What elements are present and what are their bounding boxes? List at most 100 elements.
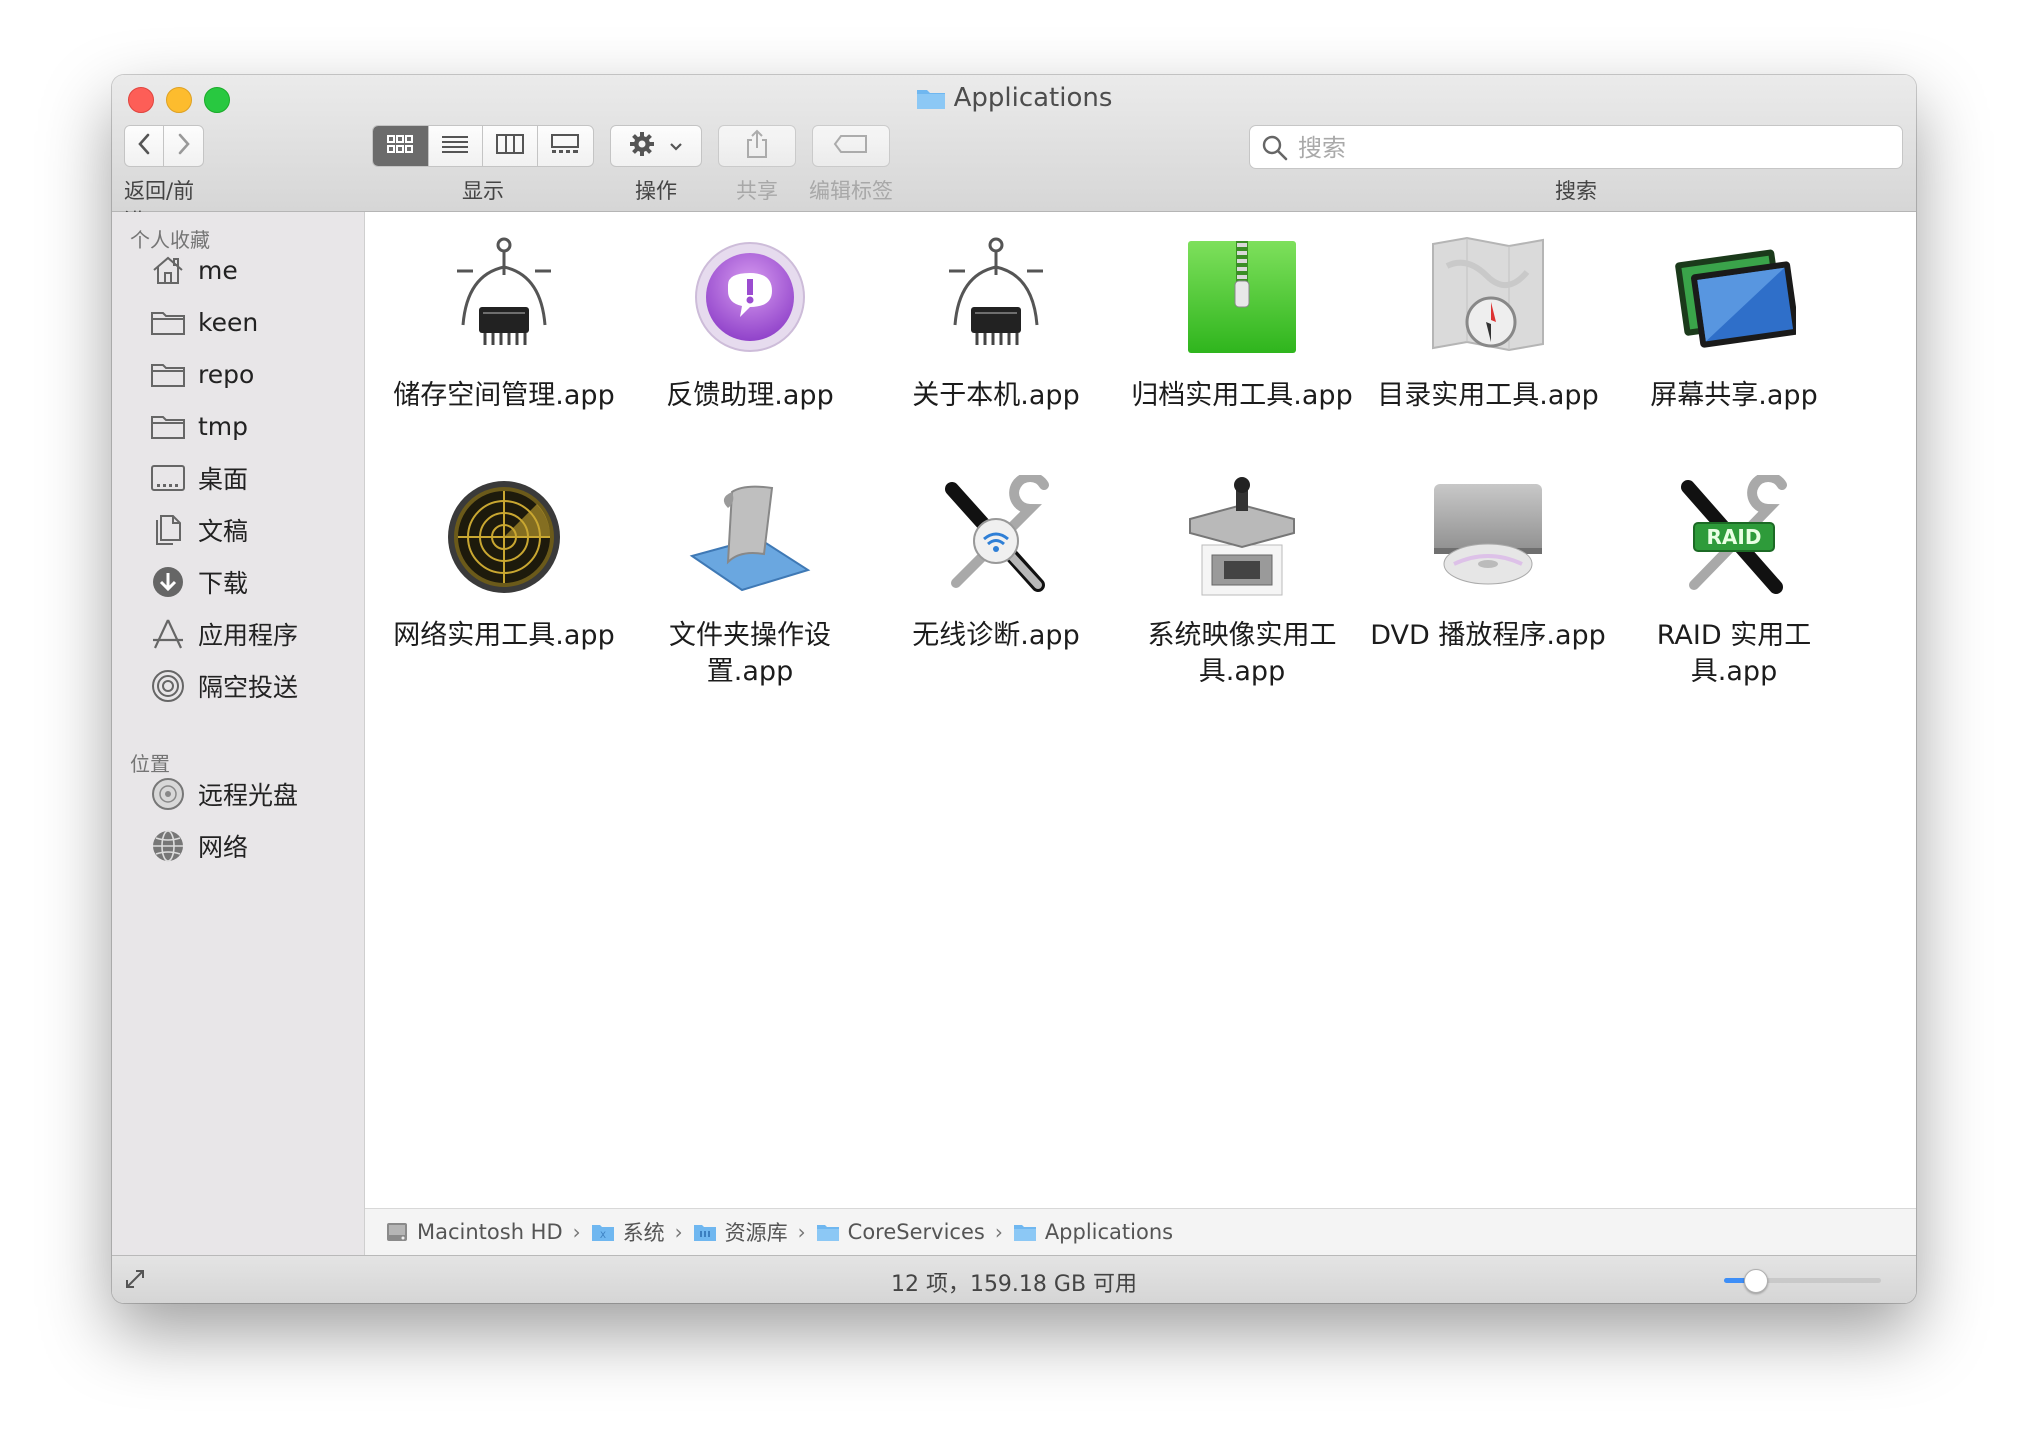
sidebar-item-label: repo (198, 359, 255, 389)
gallery-view-button[interactable] (538, 126, 593, 166)
path-item-system[interactable]: X 系统 › (591, 1217, 693, 1247)
directory-map-icon (1423, 232, 1553, 362)
folder-icon (148, 302, 188, 342)
window-title: Applications (112, 83, 1916, 117)
hard-drive-icon (385, 1220, 409, 1244)
path-item-label: 资源库 (724, 1221, 788, 1245)
icon-size-slider[interactable] (1724, 1269, 1881, 1293)
file-name: RAID 实用工具.app (1656, 620, 1812, 687)
file-item-raid-utility[interactable]: RAID RAID 实用工具.app (1609, 472, 1859, 690)
path-item-label: Macintosh HD (417, 1220, 563, 1244)
zip-archive-icon (1177, 232, 1307, 362)
list-view-button[interactable] (429, 126, 483, 166)
status-text: 12 项，159.18 GB 可用 (890, 1272, 1138, 1297)
sidebar-item-network[interactable]: 网络 (148, 824, 358, 868)
chevron-right-icon: › (994, 1220, 1003, 1244)
calipers-icon (931, 232, 1061, 362)
feedback-icon (685, 232, 815, 362)
folder-icon (1013, 1222, 1037, 1242)
share-icon (745, 129, 769, 163)
path-item-coreservices[interactable]: CoreServices › (816, 1220, 1013, 1244)
path-item-label: 系统 (622, 1221, 665, 1245)
file-item-network-utility[interactable]: 网络实用工具.app (379, 472, 629, 654)
file-name: 反馈助理.app (666, 380, 834, 411)
action-menu-button[interactable] (610, 125, 702, 167)
folder-icon (916, 86, 946, 117)
chevron-down-icon (669, 137, 683, 156)
library-folder-icon (693, 1222, 717, 1242)
toolbar: Applications 返回/前进 (112, 75, 1916, 233)
window-title-text: Applications (953, 83, 1113, 113)
sidebar-item-downloads[interactable]: 下载 (148, 560, 358, 604)
back-button[interactable] (125, 126, 165, 166)
file-item-dvd-player[interactable]: DVD 播放程序.app (1363, 472, 1613, 654)
path-item-macintosh-hd[interactable]: Macintosh HD › (385, 1220, 591, 1244)
path-item-library[interactable]: 资源库 › (693, 1217, 816, 1247)
path-item-applications[interactable]: Applications (1013, 1220, 1173, 1244)
forward-button[interactable] (164, 126, 203, 166)
search-field[interactable] (1249, 125, 1903, 170)
status-bar: 12 项，159.18 GB 可用 (112, 1255, 1916, 1303)
sidebar-item-documents[interactable]: 文稿 (148, 508, 358, 552)
script-icon (685, 472, 815, 602)
view-label: 显示 (462, 179, 504, 203)
chevron-right-icon (177, 133, 191, 159)
applications-icon (148, 614, 188, 654)
file-item-screen-sharing[interactable]: 屏幕共享.app (1609, 232, 1859, 414)
path-bar: Macintosh HD › X 系统 › 资源库 › CoreServices › A… (365, 1208, 1916, 1255)
wireless-diagnostics-icon (931, 472, 1061, 602)
file-name: 关于本机.app (912, 380, 1080, 411)
file-grid: 储存空间管理.app 反馈助理.app 关于本机.app 归档实用工具.app (365, 212, 1916, 1208)
sidebar-item-label: 远程光盘 (198, 781, 299, 810)
folder-icon (148, 354, 188, 394)
columns-icon (495, 134, 524, 158)
file-name: 目录实用工具.app (1377, 380, 1599, 411)
file-item-system-image-utility[interactable]: 系统映像实用工具.app (1117, 472, 1367, 690)
sidebar-item-label: tmp (198, 411, 249, 441)
sidebar-item-keen[interactable]: keen (148, 300, 358, 344)
sidebar-item-airdrop[interactable]: 隔空投送 (148, 664, 358, 708)
path-item-label: CoreServices (847, 1220, 985, 1244)
gear-icon (629, 131, 655, 161)
folder-icon (816, 1222, 840, 1242)
file-name: 网络实用工具.app (393, 620, 615, 651)
file-name: 归档实用工具.app (1131, 380, 1353, 411)
gallery-icon (551, 134, 580, 158)
screen-sharing-icon (1669, 232, 1799, 362)
file-item-storage-management[interactable]: 储存空间管理.app (379, 232, 629, 414)
chevron-left-icon (137, 133, 151, 159)
file-item-about-this-mac[interactable]: 关于本机.app (871, 232, 1121, 414)
column-view-button[interactable] (483, 126, 538, 166)
raid-utility-icon: RAID (1669, 472, 1799, 602)
sidebar-item-desktop[interactable]: 桌面 (148, 456, 358, 500)
sidebar-item-remote-disc[interactable]: 远程光盘 (148, 772, 358, 816)
dvd-player-icon (1423, 472, 1553, 602)
icon-view-button[interactable] (373, 126, 429, 166)
search-input[interactable] (1296, 126, 1890, 170)
edit-tags-button[interactable] (812, 125, 890, 167)
path-item-label: Applications (1044, 1220, 1174, 1244)
file-name: 系统映像实用工具.app (1147, 620, 1337, 687)
sidebar-item-tmp[interactable]: tmp (148, 404, 358, 448)
sidebar-item-repo[interactable]: repo (148, 352, 358, 396)
file-item-wireless-diagnostics[interactable]: 无线诊断.app (871, 472, 1121, 654)
file-name: 文件夹操作设置.app (669, 620, 831, 687)
sidebar: 个人收藏 me keen repo tmp 桌面 文稿 下载 应用程序 隔空投送… (112, 212, 365, 1255)
radar-icon (439, 472, 569, 602)
file-name: 储存空间管理.app (393, 380, 615, 411)
share-button[interactable] (718, 125, 796, 167)
file-item-feedback-assistant[interactable]: 反馈助理.app (625, 232, 875, 414)
file-item-archive-utility[interactable]: 归档实用工具.app (1117, 232, 1367, 414)
sidebar-item-applications[interactable]: 应用程序 (148, 612, 358, 656)
sidebar-item-label: 文稿 (198, 517, 249, 546)
sidebar-item-me[interactable]: me (148, 248, 358, 292)
sidebar-item-label: 应用程序 (198, 621, 299, 650)
file-item-directory-utility[interactable]: 目录实用工具.app (1363, 232, 1613, 414)
home-icon (148, 250, 188, 290)
sidebar-item-label: 桌面 (198, 465, 249, 494)
list-icon (441, 134, 469, 158)
search-icon (1262, 135, 1288, 165)
sidebar-item-label: 网络 (198, 833, 249, 862)
file-item-folder-actions-setup[interactable]: 文件夹操作设置.app (625, 472, 875, 690)
view-mode-control (372, 125, 594, 167)
